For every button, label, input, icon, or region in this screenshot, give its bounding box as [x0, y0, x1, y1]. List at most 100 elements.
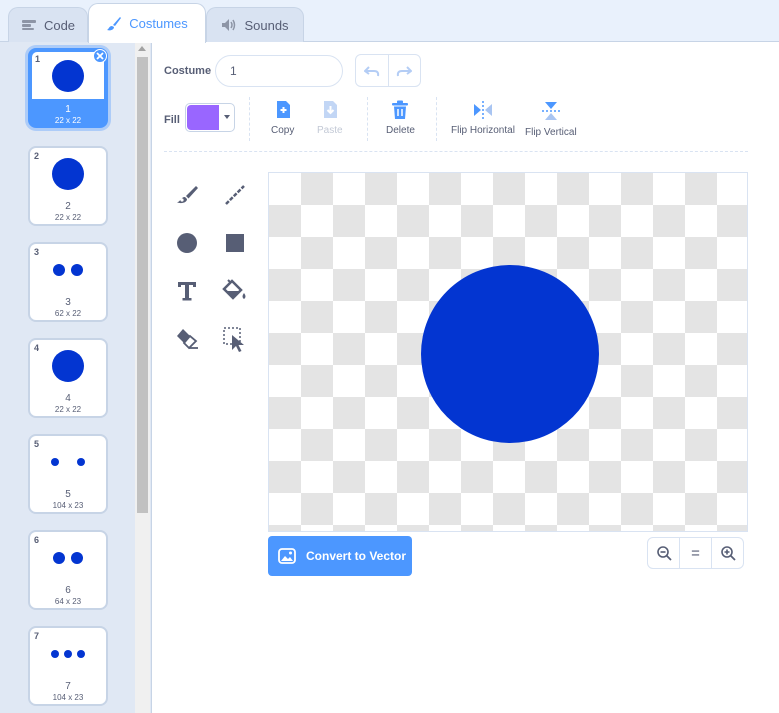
- costume-size: 104 x 23: [52, 501, 84, 510]
- zoom-in-icon: [720, 546, 736, 561]
- costume-shape: [51, 650, 59, 658]
- toolbar-divider: [436, 97, 437, 141]
- costume-index: 1: [35, 54, 41, 64]
- costume-thumbnail: [33, 535, 103, 581]
- costume-thumbnail: [33, 631, 103, 677]
- fill-color-picker[interactable]: [185, 103, 235, 132]
- tab-code[interactable]: Code: [8, 7, 88, 42]
- eraser-icon: [177, 329, 198, 350]
- costume-size: 22 x 22: [54, 213, 82, 222]
- costume-name-input[interactable]: 1: [215, 55, 343, 87]
- flip-horizontal-button[interactable]: Flip Horizontal: [451, 100, 515, 136]
- flip-vertical-button[interactable]: Flip Vertical: [525, 100, 577, 138]
- speaker-icon: [221, 18, 237, 32]
- costume-sidebar: 1 1 22 x 22 2 2 22 x 22 3 3 62 x 22 4 4 …: [0, 42, 152, 713]
- costume-card-4[interactable]: 4 4 22 x 22: [28, 338, 108, 418]
- tab-costumes-label: Costumes: [129, 16, 188, 31]
- rectangle-tool[interactable]: [220, 228, 250, 258]
- copy-button[interactable]: Copy: [271, 100, 294, 136]
- costume-size: 22 x 22: [54, 116, 82, 125]
- select-cursor-icon: [223, 327, 244, 352]
- paint-bucket-icon: [222, 279, 246, 300]
- costume-name: 7: [65, 681, 71, 692]
- redo-icon: [397, 65, 413, 76]
- circle-tool[interactable]: [172, 228, 202, 258]
- costume-card-1[interactable]: 1 1 22 x 22: [28, 48, 108, 128]
- costume-circle-shape[interactable]: [421, 265, 599, 443]
- copy-label: Copy: [271, 125, 295, 136]
- redo-button[interactable]: [387, 55, 421, 86]
- zoom-in-button[interactable]: [711, 538, 743, 568]
- costume-thumbnail: [33, 343, 103, 389]
- costume-thumbnail: [33, 247, 103, 293]
- select-tool[interactable]: [220, 324, 250, 354]
- paste-button[interactable]: Paste: [317, 100, 343, 136]
- costume-size: 62 x 22: [54, 309, 82, 318]
- costume-shape: [52, 350, 84, 382]
- delete-label: Delete: [386, 125, 415, 136]
- zoom-reset-label: =: [691, 544, 700, 562]
- costume-card-5[interactable]: 5 5 104 x 23: [28, 434, 108, 514]
- brush-tool[interactable]: [172, 180, 202, 210]
- line-tool[interactable]: [220, 180, 250, 210]
- tab-costumes[interactable]: Costumes: [88, 3, 206, 43]
- flip-horizontal-label: Flip Horizontal: [451, 125, 515, 136]
- costume-shape: [51, 458, 59, 466]
- costume-card-3[interactable]: 3 3 62 x 22: [28, 242, 108, 322]
- paste-icon: [323, 101, 337, 118]
- costume-thumbnail: [33, 151, 103, 197]
- fill-color-swatch: [187, 105, 219, 130]
- paintbrush-icon: [106, 16, 122, 32]
- costume-name: 5: [65, 489, 71, 500]
- costume-card-2[interactable]: 2 2 22 x 22: [28, 146, 108, 226]
- toolbar-divider: [249, 97, 250, 141]
- circle-icon: [177, 233, 197, 253]
- close-icon: [96, 52, 104, 60]
- text-icon: [178, 282, 196, 301]
- costume-name: 1: [65, 104, 71, 115]
- costume-shape: [77, 650, 85, 658]
- brush-icon: [177, 186, 198, 204]
- delete-costume-button[interactable]: [93, 49, 107, 63]
- tab-sounds-label: Sounds: [244, 17, 289, 33]
- costume-name: 3: [65, 297, 71, 308]
- trash-icon: [392, 100, 409, 119]
- delete-button[interactable]: Delete: [386, 100, 415, 136]
- tab-bar: Code Costumes Sounds: [0, 0, 779, 43]
- costume-size: 64 x 23: [54, 597, 82, 606]
- toolbar-divider: [367, 97, 368, 141]
- costume-name: 2: [65, 201, 71, 212]
- costume-shape: [71, 264, 83, 276]
- scroll-up-arrow-icon[interactable]: [138, 46, 146, 51]
- costume-name: 4: [65, 393, 71, 404]
- costume-size: 22 x 22: [54, 405, 82, 414]
- costume-shape: [77, 458, 85, 466]
- costume-card-6[interactable]: 6 6 64 x 23: [28, 530, 108, 610]
- scrollbar-thumb[interactable]: [137, 57, 148, 513]
- zoom-controls: =: [647, 537, 744, 569]
- convert-to-vector-button[interactable]: Convert to Vector: [268, 536, 412, 576]
- toolbar-separator: [164, 151, 748, 152]
- costume-shape: [52, 158, 84, 190]
- costume-shape: [52, 59, 84, 92]
- costume-shape: [64, 650, 72, 658]
- paint-editor-app: Code Costumes Sounds 1 1 22 x 22 2 2 22 …: [0, 0, 779, 713]
- costume-card-7[interactable]: 7 7 104 x 23: [28, 626, 108, 706]
- zoom-out-button[interactable]: [648, 538, 679, 568]
- paste-label: Paste: [317, 125, 343, 136]
- tab-sounds[interactable]: Sounds: [206, 7, 304, 42]
- fill-label: Fill: [164, 114, 180, 126]
- sidebar-scrollbar[interactable]: [135, 42, 150, 713]
- rectangle-icon: [226, 234, 244, 252]
- costume-shape: [53, 552, 65, 564]
- eraser-tool[interactable]: [172, 324, 202, 354]
- undo-button[interactable]: [356, 55, 388, 86]
- zoom-out-icon: [656, 546, 672, 561]
- text-tool[interactable]: [172, 276, 202, 306]
- fill-tool[interactable]: [220, 276, 250, 306]
- flip-horizontal-icon: [473, 101, 492, 119]
- zoom-reset-button[interactable]: =: [679, 538, 711, 568]
- flip-vertical-label: Flip Vertical: [525, 127, 577, 138]
- paint-canvas[interactable]: [268, 172, 748, 532]
- undo-icon: [363, 65, 379, 76]
